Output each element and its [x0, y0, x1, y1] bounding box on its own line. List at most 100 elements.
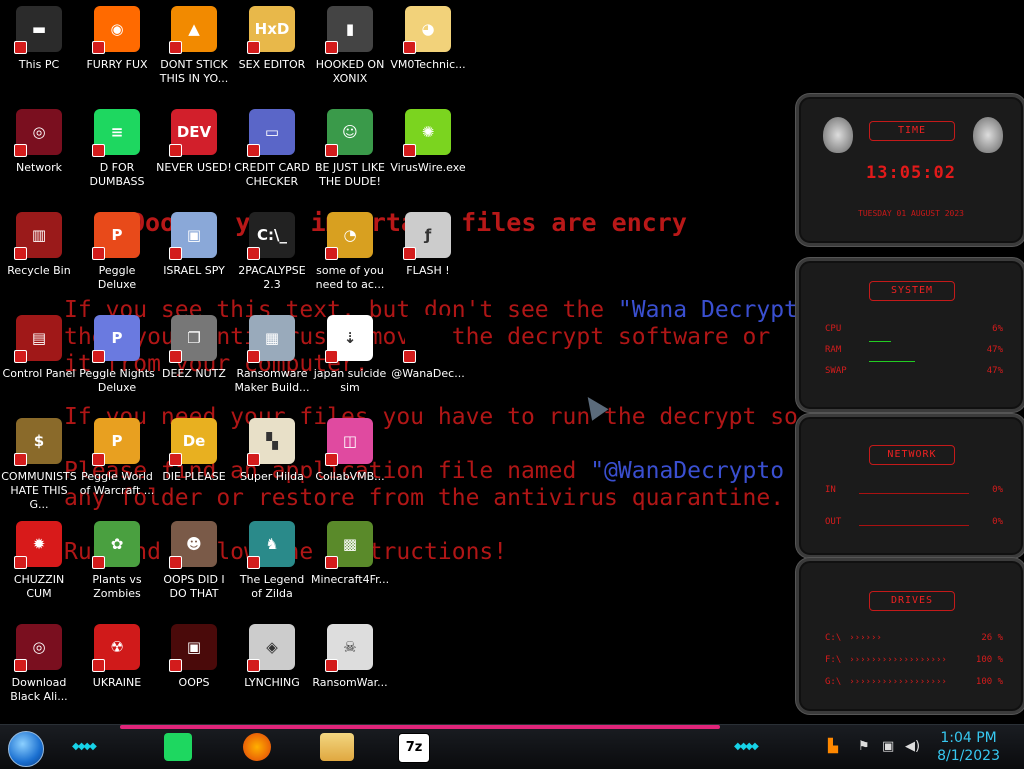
flag-icon[interactable]: ⚑: [858, 739, 870, 754]
pixel-dog-icon: ▚: [247, 418, 295, 466]
credit-card-icon: ▭: [247, 109, 295, 157]
row-value: 47%: [986, 345, 1003, 355]
desktop-icon[interactable]: ▤ Control Panel: [0, 315, 78, 381]
shortcut-arrow-icon: [325, 556, 338, 569]
desktop-icon[interactable]: ◎ Network: [0, 109, 78, 175]
desktop-icon[interactable]: ◎ Download Black Ali...: [0, 624, 78, 704]
desktop-icon[interactable]: ⇣ japan suicide sim: [311, 315, 389, 395]
shortcut-arrow-icon: [92, 350, 105, 363]
shortcut-arrow-icon: [169, 453, 182, 466]
ram-graph: [869, 341, 891, 342]
spotify-taskbar-icon[interactable]: [164, 733, 192, 761]
desktop-icon-label: COMMUNISTS HATE THIS G...: [1, 470, 77, 511]
desktop-icon[interactable]: ☢ UKRAINE: [78, 624, 156, 690]
desktop-icon-label: Recycle Bin: [7, 264, 71, 277]
shortcut-arrow-icon: [14, 453, 27, 466]
desktop-icon[interactable]: ✹ CHUZZIN CUM: [0, 521, 78, 601]
control-panel-icon: ▤: [14, 315, 62, 363]
desktop-icon[interactable]: ≡ D FOR DUMBASS: [78, 109, 156, 189]
shortcut-arrow-icon: [14, 556, 27, 569]
shortcut-arrow-icon: [325, 453, 338, 466]
desktop-icon[interactable]: ▩ Minecraft4Fr...: [311, 521, 389, 587]
desktop-icon-label: This PC: [18, 58, 60, 71]
row-label: CPU: [825, 324, 842, 334]
desktop-icon-label: BE JUST LIKE THE DUDE!: [314, 161, 386, 188]
row-value: 100 %: [975, 677, 1003, 687]
alien-icon: ◎: [14, 624, 62, 672]
row-label: SWAP: [825, 366, 847, 376]
start-button[interactable]: [8, 731, 44, 767]
time-gadget[interactable]: TIME 13:05:02 TUESDAY 01 AUGUST 2023: [796, 94, 1024, 246]
desktop-icon-label: some of you need to ac...: [315, 264, 385, 291]
desktop-icon[interactable]: ☠ RansomWar...: [311, 624, 389, 690]
desktop-icon[interactable]: DEV NEVER USED!: [155, 109, 233, 175]
desktop-icon[interactable]: ❐ DEEZ NUTZ: [155, 315, 233, 381]
desktop-icon-label: Peggle Deluxe: [97, 264, 137, 291]
shortcut-arrow-icon: [169, 350, 182, 363]
desktop-icon-label: UKRAINE: [92, 676, 142, 689]
sevenzip-taskbar-icon[interactable]: 7z: [398, 733, 430, 763]
desktop-icon[interactable]: HxD SEX EDITOR: [233, 6, 311, 72]
desktop-icon[interactable]: C:\_ 2PACALYPSE 2.3: [233, 212, 311, 292]
desktop-icon-label: Plants vs Zombies: [92, 573, 142, 600]
desktop-icon[interactable]: ▚ Super Hilda: [233, 418, 311, 484]
file-explorer-taskbar-icon[interactable]: [320, 733, 354, 761]
drives-gadget[interactable]: DRIVES C:\ ›››››› 26 % F:\ ››››››››››››››››…: [796, 558, 1024, 714]
desktop-icon-label: VM0Technic...: [390, 58, 466, 71]
desktop-icon[interactable]: ☺ BE JUST LIKE THE DUDE!: [311, 109, 389, 189]
row-value: 0%: [992, 517, 1003, 527]
desktop-icon[interactable]: ƒ FLASH !: [389, 212, 467, 278]
desktop-icon[interactable]: ♞ The Legend of Zilda: [233, 521, 311, 601]
system-gadget[interactable]: SYSTEM CPU 6% RAM 47% SWAP 47%: [796, 258, 1024, 412]
desktop-icon[interactable]: P Peggle World of Warcraft ...: [78, 418, 156, 498]
tray-app-icon[interactable]: ▙: [828, 739, 838, 754]
desktop-icon[interactable]: ▣ ISRAEL SPY: [155, 212, 233, 278]
desktop-icon[interactable]: ▮ HOOKED ON XONIX: [311, 6, 389, 86]
desktop-icon[interactable]: ☻ OOPS DID I DO THAT: [155, 521, 233, 601]
desktop-icon-label: HOOKED ON XONIX: [315, 58, 385, 85]
desktop-icon[interactable]: ✿ Plants vs Zombies: [78, 521, 156, 601]
desktop-icon[interactable]: ▣ OOPS: [155, 624, 233, 690]
desktop-icon-label: LYNCHING: [244, 676, 300, 689]
desktop-icon[interactable]: $ COMMUNISTS HATE THIS G...: [0, 418, 78, 512]
desktop-icon[interactable]: ▥ Recycle Bin: [0, 212, 78, 278]
drive-f-row: F:\ ›››››››››››››››››› 100 %: [825, 655, 1003, 665]
row-label: C:\: [825, 633, 842, 643]
desktop-icon[interactable]: P Peggle Nights Deluxe: [78, 315, 156, 395]
desktop-icon[interactable]: ◕ VM0Technic...: [389, 6, 467, 72]
desktop-icon[interactable]: ▲ DONT STICK THIS IN YO...: [155, 6, 233, 86]
desktop-icon[interactable]: ▦ Ransomware Maker Build...: [233, 315, 311, 395]
firefox-icon: ◉: [92, 6, 140, 54]
desktop-icon[interactable]: ▭ CREDIT CARD CHECKER: [233, 109, 311, 189]
shortcut-arrow-icon: [169, 144, 182, 157]
shortcut-arrow-icon: [92, 453, 105, 466]
desktop-icon[interactable]: @WanaDec...: [389, 315, 467, 381]
row-label: IN: [825, 485, 836, 495]
firefox-taskbar-icon[interactable]: [243, 733, 271, 761]
shortcut-arrow-icon: [169, 247, 182, 260]
desktop-icon[interactable]: ◈ LYNCHING: [233, 624, 311, 690]
row-value: 26 %: [981, 633, 1003, 643]
desktop-icon[interactable]: ◉ FURRY FUX: [78, 6, 156, 72]
peggle-nights-icon: P: [92, 315, 140, 363]
desktop-icon[interactable]: ◔ some of you need to ac...: [311, 212, 389, 292]
taskbar-clock[interactable]: 1:04 PM 8/1/2023: [937, 729, 1000, 765]
shortcut-arrow-icon: [325, 659, 338, 672]
volume-icon[interactable]: ◀): [905, 739, 920, 754]
skull-icon: ☠: [325, 624, 373, 672]
gadget-clock: 13:05:02: [866, 163, 956, 183]
recycle-bin-icon: ▥: [14, 212, 62, 260]
desktop-icon-label: OOPS DID I DO THAT: [163, 573, 225, 600]
shortcut-arrow-icon: [14, 41, 27, 54]
desktop-icon[interactable]: P Peggle Deluxe: [78, 212, 156, 292]
desktop-icon-label: @WanaDec...: [391, 367, 465, 380]
shortcut-arrow-icon: [169, 41, 182, 54]
gadget-date: TUESDAY 01 AUGUST 2023: [858, 209, 964, 218]
shortcut-arrow-icon: [247, 556, 260, 569]
desktop-icon[interactable]: De DIE PLEASE: [155, 418, 233, 484]
network-gadget[interactable]: NETWORK IN 0% OUT 0%: [796, 414, 1024, 558]
desktop-icon[interactable]: ▬ This PC: [0, 6, 78, 72]
desktop-icon[interactable]: ✺ VirusWire.exe: [389, 109, 467, 175]
desktop-icon[interactable]: ◫ CollabVMB...: [311, 418, 389, 484]
network-icon[interactable]: ▣: [882, 739, 894, 754]
